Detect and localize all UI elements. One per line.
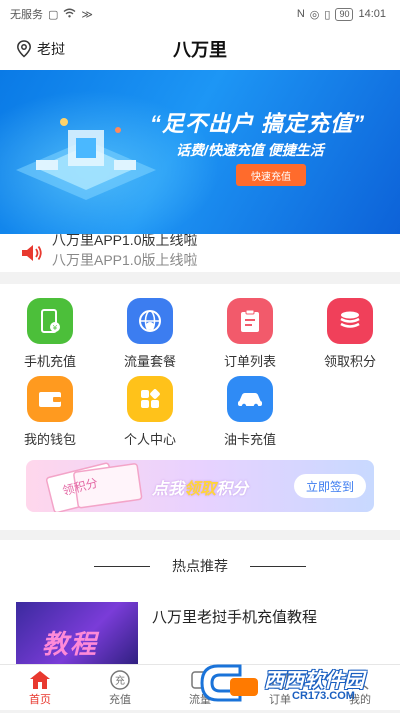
banner-illustration (16, 118, 156, 200)
watermark-brand: 西西软件园 (264, 670, 364, 692)
sign-text-prefix: 点我 (152, 481, 185, 498)
menu-item-profile[interactable]: 个人中心 (100, 376, 200, 448)
recharge-icon: 充 (110, 670, 130, 690)
sign-text-highlight: 领取 (184, 481, 217, 498)
site-watermark: 西西软件园 CR173.COM (200, 658, 396, 708)
sign-text-suffix: 积分 (216, 481, 249, 498)
menu-item-label: 个人中心 (123, 432, 176, 447)
data-saver-icon: ≫ (81, 8, 93, 21)
status-time: 14:01 (358, 8, 386, 20)
banner-subtitle: 话费/快速充值 便捷生活 (176, 142, 324, 158)
home-icon (30, 671, 50, 689)
location-selector[interactable]: 老挝 (16, 28, 65, 70)
function-grid: ¥ 手机充值 流量套餐 订单列表 领取积分 我的钱包 个人中心 油卡充值 领积分… (0, 284, 400, 530)
location-pin-icon (17, 40, 31, 58)
menu-item-label: 流量套餐 (123, 354, 176, 369)
menu-item-points[interactable]: 领取积分 (300, 298, 400, 370)
tab-label: 充值 (109, 694, 131, 706)
wifi-icon (63, 8, 76, 21)
battery-level: 90 (339, 8, 350, 19)
notice-line: 八万里APP1.0版上线啦 (52, 252, 198, 268)
menu-item-wallet[interactable]: 我的钱包 (0, 376, 100, 448)
menu-item-label: 订单列表 (223, 354, 276, 369)
svg-text:充: 充 (115, 674, 125, 687)
app-header: 老挝 八万里 (0, 28, 400, 70)
sign-in-banner[interactable]: 领积分 点我领取积分 立即签到 (26, 460, 374, 512)
menu-item-order-list[interactable]: 订单列表 (200, 298, 300, 370)
menu-item-label: 我的钱包 (23, 432, 76, 447)
nfc-icon: N (296, 8, 305, 20)
menu-item-data-plan[interactable]: 流量套餐 (100, 298, 200, 370)
sign-banner-text: 点我领取积分 (152, 475, 248, 499)
data-plan-icon (127, 298, 173, 344)
menu-item-label: 手机充值 (23, 354, 76, 369)
vibrate-icon: ▯ (324, 8, 331, 21)
section-title: 热点推荐 (172, 558, 228, 574)
notice-line: 八万里APP1.0版上线啦 (52, 234, 198, 248)
menu-item-label: 油卡充值 (223, 432, 276, 447)
article-title: 八万里老挝手机充值教程 (152, 609, 318, 626)
phone-recharge-icon: ¥ (27, 298, 73, 344)
banner-slogan: “足不出户 搞定充值” (150, 111, 366, 136)
wallet-icon (27, 376, 73, 422)
location-label: 老挝 (37, 41, 65, 57)
order-list-icon (227, 298, 273, 344)
article-thumbnail: 教程 (16, 602, 138, 670)
sign-in-button[interactable]: 立即签到 (294, 474, 366, 498)
profile-grid-icon (127, 376, 173, 422)
status-bar: 无服务 ▢ ≫ N ◎ ▯ 90 14:01 (0, 0, 400, 28)
carrier-text: 无服务 (10, 9, 43, 21)
battery-icon: 90 (335, 7, 354, 21)
hot-section: 热点推荐 教程 八万里老挝手机充值教程 (0, 540, 400, 670)
points-icon (327, 298, 373, 344)
menu-item-fuel-card[interactable]: 油卡充值 (200, 376, 300, 448)
notice-bar[interactable]: 八万里APP1.0版上线啦 八万里APP1.0版上线啦 (0, 234, 400, 272)
tab-home[interactable]: 首页 (10, 669, 70, 707)
menu-item-phone-recharge[interactable]: ¥ 手机充值 (0, 298, 100, 370)
promo-banner[interactable]: “足不出户 搞定充值” 话费/快速充值 便捷生活 快速充值 (0, 70, 400, 234)
svg-text:¥: ¥ (53, 324, 58, 332)
watermark-url: CR173.COM (292, 690, 355, 702)
speaker-icon (22, 245, 42, 261)
sim-icon: ▢ (48, 8, 59, 21)
tab-label: 首页 (29, 694, 51, 706)
thumbnail-text: 教程 (42, 629, 99, 659)
location-status-icon: ◎ (309, 8, 320, 21)
tab-recharge[interactable]: 充 充值 (90, 669, 150, 707)
menu-item-label: 领取积分 (323, 354, 376, 369)
car-icon (227, 376, 273, 422)
quick-recharge-button[interactable]: 快速充值 (236, 164, 306, 186)
section-divider (250, 566, 306, 567)
notice-ticker: 八万里APP1.0版上线啦 八万里APP1.0版上线啦 (52, 234, 198, 270)
